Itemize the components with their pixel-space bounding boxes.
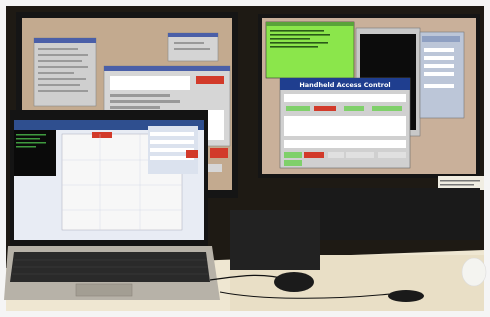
photo-scene: Handheld Access Control — [0, 0, 490, 317]
laptop — [4, 110, 220, 300]
computer-mouse — [274, 272, 314, 292]
left-window-2 — [167, 32, 219, 62]
laptop-touchpad — [75, 283, 133, 297]
right-monitor: Handheld Access Control — [258, 14, 480, 178]
small-device — [388, 290, 424, 302]
label-card — [438, 176, 484, 190]
dialog-title: Handheld Access Control — [299, 81, 390, 89]
white-object — [461, 257, 487, 287]
scene-svg: Handheld Access Control — [0, 0, 490, 317]
